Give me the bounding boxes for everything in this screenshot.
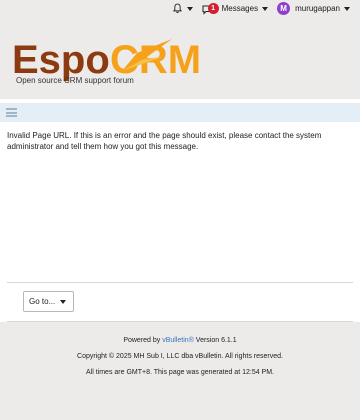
hamburger-menu-icon[interactable]	[6, 108, 17, 117]
bell-icon	[172, 3, 182, 13]
copyright-text: Copyright © 2025 MH Sub I, LLC dba vBull…	[77, 353, 283, 360]
site-footer: Powered by vBulletin® Version 6.1.1 Copy…	[0, 322, 360, 420]
svg-text:CRM: CRM	[110, 38, 201, 81]
go-to-label: Go to...	[29, 297, 56, 306]
message-icon: 1	[202, 2, 219, 15]
avatar: M	[277, 2, 291, 15]
navigation-bar	[0, 103, 360, 122]
chevron-down-icon	[344, 6, 350, 11]
username-label: murugappan	[295, 4, 340, 13]
chevron-down-icon	[60, 299, 67, 304]
messages-label: Messages	[221, 4, 259, 13]
messages-menu[interactable]: 1 Messages	[202, 2, 269, 15]
chevron-down-icon	[186, 6, 193, 11]
site-tagline: Open source CRM support forum	[16, 76, 134, 85]
divider	[7, 282, 353, 283]
user-menu[interactable]: M murugappan	[277, 2, 350, 15]
notifications-menu[interactable]	[172, 3, 193, 14]
powered-by-line: Powered by vBulletin® Version 6.1.1	[123, 337, 237, 344]
error-message: Invalid Page URL. If this is an error an…	[7, 131, 322, 151]
top-utility-bar: 1 Messages M murugappan	[0, 0, 360, 17]
chevron-down-icon	[262, 6, 269, 11]
timezone-text: All times are GMT+8. This page was gener…	[86, 369, 274, 376]
svg-text:Espo: Espo	[12, 38, 110, 81]
espocrm-logo[interactable]: Espo CRM	[12, 31, 202, 81]
go-to-dropdown[interactable]: Go to...	[23, 291, 74, 312]
messages-count-badge: 1	[207, 2, 219, 14]
vbulletin-link[interactable]: vBulletin®	[162, 337, 194, 344]
site-header: Espo CRM Open source CRM support forum	[0, 17, 360, 99]
